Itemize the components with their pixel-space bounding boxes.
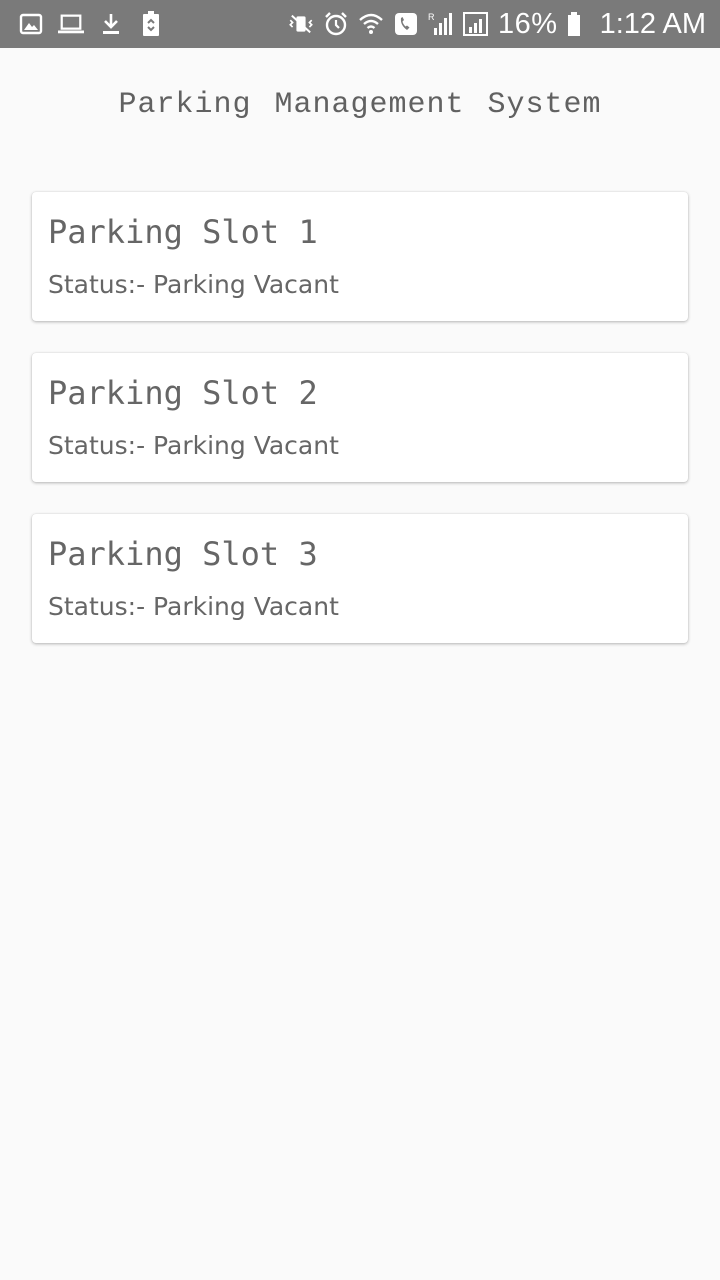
slot-name: Parking Slot 2 xyxy=(48,374,318,412)
signal-icon xyxy=(463,11,489,37)
alarm-icon xyxy=(323,11,349,37)
battery-percent: 16% xyxy=(498,7,558,40)
parking-slot-card-3[interactable]: Parking Slot 3 Status:- Parking Vacant xyxy=(32,514,688,643)
battery-saver-icon xyxy=(138,11,164,37)
status-bar: R 16% 1:12 AM xyxy=(0,0,720,48)
parking-slot-list: Parking Slot 1 Status:- Parking Vacant P… xyxy=(32,192,688,675)
slot-name: Parking Slot 3 xyxy=(48,535,318,573)
slot-name: Parking Slot 1 xyxy=(48,213,318,251)
svg-text:R: R xyxy=(428,12,435,22)
image-icon xyxy=(18,11,44,37)
phone-call-icon xyxy=(393,11,419,37)
clock: 1:12 AM xyxy=(599,7,706,40)
notification-icons xyxy=(18,11,164,37)
system-icons: R 16% 1:12 AM xyxy=(288,8,706,41)
slot-status: Status:- Parking Vacant xyxy=(48,592,339,621)
parking-slot-card-2[interactable]: Parking Slot 2 Status:- Parking Vacant xyxy=(32,353,688,482)
slot-status: Status:- Parking Vacant xyxy=(48,270,339,299)
battery-icon xyxy=(567,11,581,37)
laptop-icon xyxy=(58,11,84,37)
download-icon xyxy=(98,11,124,37)
page-title: Parking Management System xyxy=(118,88,602,122)
signal-roaming-icon: R xyxy=(428,11,454,37)
vibrate-mute-icon xyxy=(288,11,314,37)
wifi-icon xyxy=(358,11,384,37)
parking-slot-card-1[interactable]: Parking Slot 1 Status:- Parking Vacant xyxy=(32,192,688,321)
slot-status: Status:- Parking Vacant xyxy=(48,431,339,460)
